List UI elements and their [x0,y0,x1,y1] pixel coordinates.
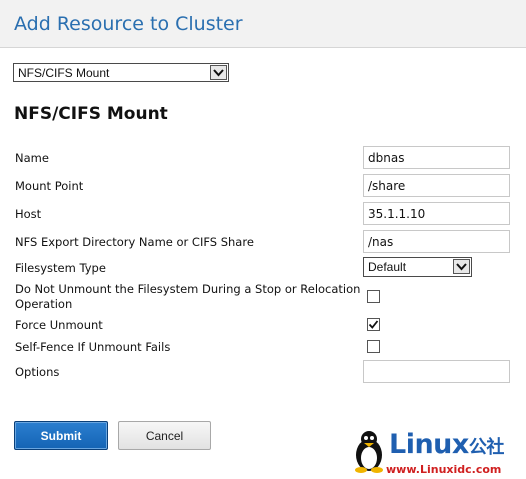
watermark: Linux公社 www.Linuxidc.com [350,425,526,479]
fs-type-label: Filesystem Type [15,261,106,275]
export-label: NFS Export Directory Name or CIFS Share [15,235,254,249]
name-input[interactable]: dbnas [363,146,510,169]
watermark-brand-suffix: 公社 [468,437,505,458]
checkmark-icon [368,320,379,329]
force-unmount-label: Force Unmount [15,318,103,332]
self-fence-label: Self-Fence If Unmount Fails [15,340,171,354]
fs-type-select[interactable]: Default [363,257,472,277]
host-label: Host [15,207,42,221]
options-label: Options [15,365,60,379]
mount-point-input[interactable]: /share [363,174,510,197]
host-input[interactable]: 35.1.1.10 [363,202,510,225]
fs-type-selected: Default [368,260,407,274]
force-unmount-checkbox[interactable] [367,318,380,331]
no-unmount-label: Do Not Unmount the Filesystem During a S… [15,282,360,312]
dialog-header: Add Resource to Cluster [0,0,526,48]
watermark-brand: Linux公社 [389,429,504,460]
export-input[interactable]: /nas [363,230,510,253]
no-unmount-label-line2: Operation [15,297,73,311]
submit-button[interactable]: Submit [14,421,108,450]
self-fence-checkbox[interactable] [367,340,380,353]
no-unmount-checkbox[interactable] [367,290,380,303]
watermark-brand-text: Linux [389,429,469,460]
resource-type-select[interactable]: NFS/CIFS Mount [13,63,229,82]
chevron-down-icon[interactable] [210,65,227,80]
resource-type-selected: NFS/CIFS Mount [18,66,110,80]
options-input[interactable] [363,360,510,383]
dialog-title: Add Resource to Cluster [14,13,243,35]
section-title: NFS/CIFS Mount [14,104,168,124]
chevron-down-icon[interactable] [453,259,470,274]
penguin-logo-icon [355,431,383,473]
name-label: Name [15,151,49,165]
mount-point-label: Mount Point [15,179,84,193]
no-unmount-label-line1: Do Not Unmount the Filesystem During a S… [15,282,361,296]
watermark-url: www.Linuxidc.com [386,463,502,476]
cancel-button[interactable]: Cancel [118,421,211,450]
